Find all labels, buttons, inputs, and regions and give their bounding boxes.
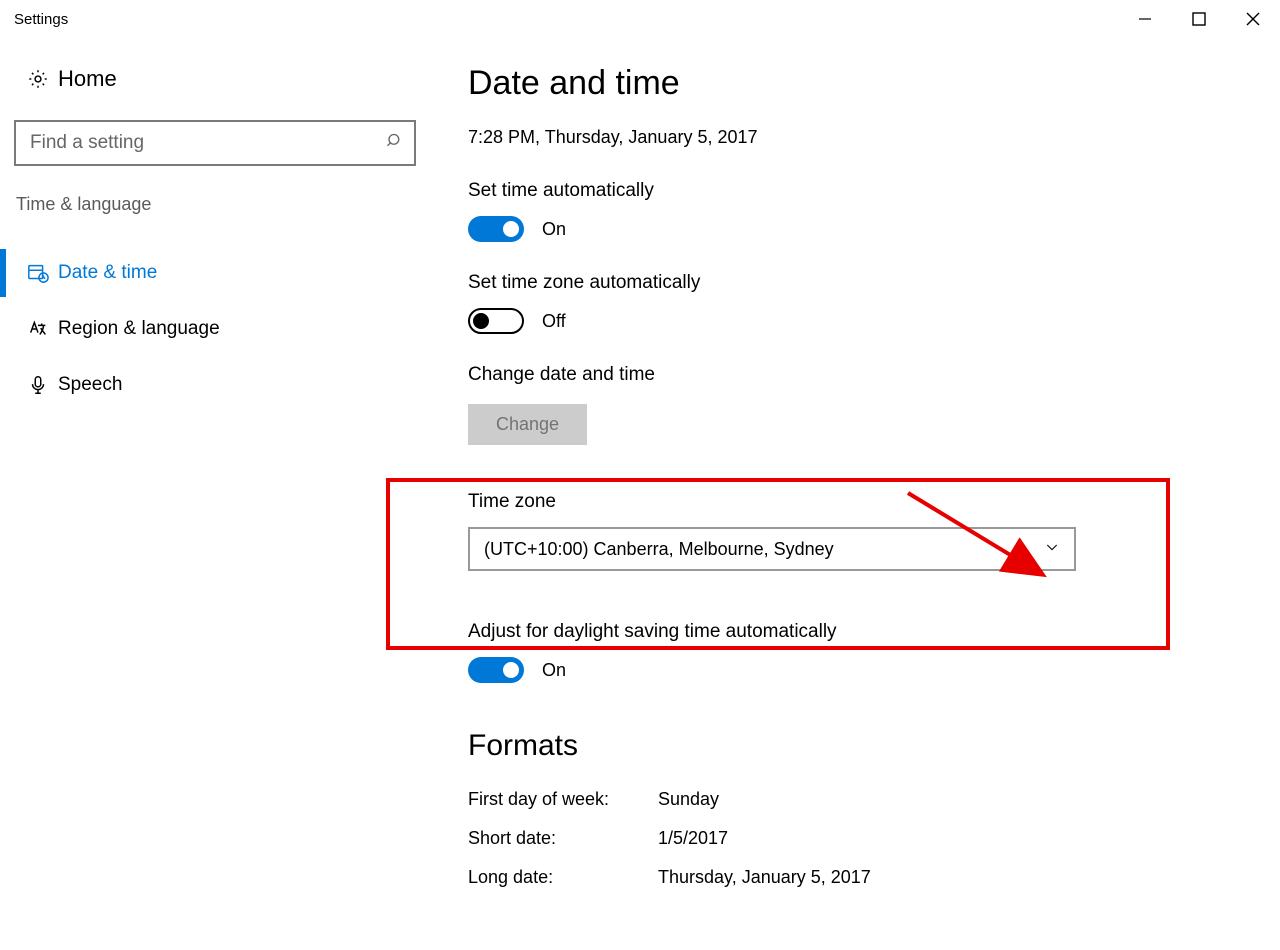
dst-toggle[interactable] <box>468 657 524 683</box>
language-icon <box>18 318 58 340</box>
format-row: Short date: 1/5/2017 <box>468 828 1280 849</box>
format-value: 1/5/2017 <box>658 828 728 849</box>
format-key: Long date: <box>468 867 658 888</box>
toggle-status: Off <box>542 311 566 332</box>
sidebar: Home Time & language Date & <box>0 38 418 950</box>
toggle-status: On <box>542 660 566 681</box>
format-value: Thursday, January 5, 2017 <box>658 867 871 888</box>
sidebar-item-region-language[interactable]: Region & language <box>14 301 404 357</box>
format-key: First day of week: <box>468 789 658 810</box>
sidebar-item-label: Region & language <box>58 318 220 340</box>
format-row: Long date: Thursday, January 5, 2017 <box>468 867 1280 888</box>
home-label: Home <box>58 66 117 92</box>
search-input[interactable] <box>14 120 416 166</box>
gear-icon <box>18 68 58 90</box>
dst-label: Adjust for daylight saving time automati… <box>468 621 1280 643</box>
sidebar-home[interactable]: Home <box>14 60 404 98</box>
change-datetime-label: Change date and time <box>468 364 1280 386</box>
sidebar-item-label: Date & time <box>58 262 157 284</box>
category-heading: Time & language <box>14 194 404 215</box>
timezone-label: Time zone <box>468 491 1280 513</box>
microphone-icon <box>18 374 58 396</box>
toggle-status: On <box>542 219 566 240</box>
chevron-down-icon <box>1044 539 1060 560</box>
search-icon <box>386 132 404 155</box>
set-timezone-auto-label: Set time zone automatically <box>468 272 1280 294</box>
format-row: First day of week: Sunday <box>468 789 1280 810</box>
sidebar-item-speech[interactable]: Speech <box>14 357 404 413</box>
format-value: Sunday <box>658 789 719 810</box>
window-title: Settings <box>14 11 68 28</box>
change-button: Change <box>468 404 587 445</box>
timezone-select[interactable]: (UTC+10:00) Canberra, Melbourne, Sydney <box>468 527 1076 571</box>
sidebar-item-date-time[interactable]: Date & time <box>14 245 404 301</box>
current-datetime: 7:28 PM, Thursday, January 5, 2017 <box>468 127 1280 148</box>
sidebar-item-label: Speech <box>58 374 122 396</box>
close-button[interactable] <box>1226 0 1280 38</box>
maximize-button[interactable] <box>1172 0 1226 38</box>
main-content: Date and time 7:28 PM, Thursday, January… <box>418 38 1280 950</box>
calendar-clock-icon <box>18 262 58 284</box>
minimize-button[interactable] <box>1118 0 1172 38</box>
formats-heading: Formats <box>468 729 1280 763</box>
set-time-auto-label: Set time automatically <box>468 180 1280 202</box>
titlebar: Settings <box>0 0 1280 38</box>
page-title: Date and time <box>468 64 1280 103</box>
set-time-auto-toggle[interactable] <box>468 216 524 242</box>
format-key: Short date: <box>468 828 658 849</box>
set-timezone-auto-toggle[interactable] <box>468 308 524 334</box>
timezone-value: (UTC+10:00) Canberra, Melbourne, Sydney <box>484 539 834 560</box>
